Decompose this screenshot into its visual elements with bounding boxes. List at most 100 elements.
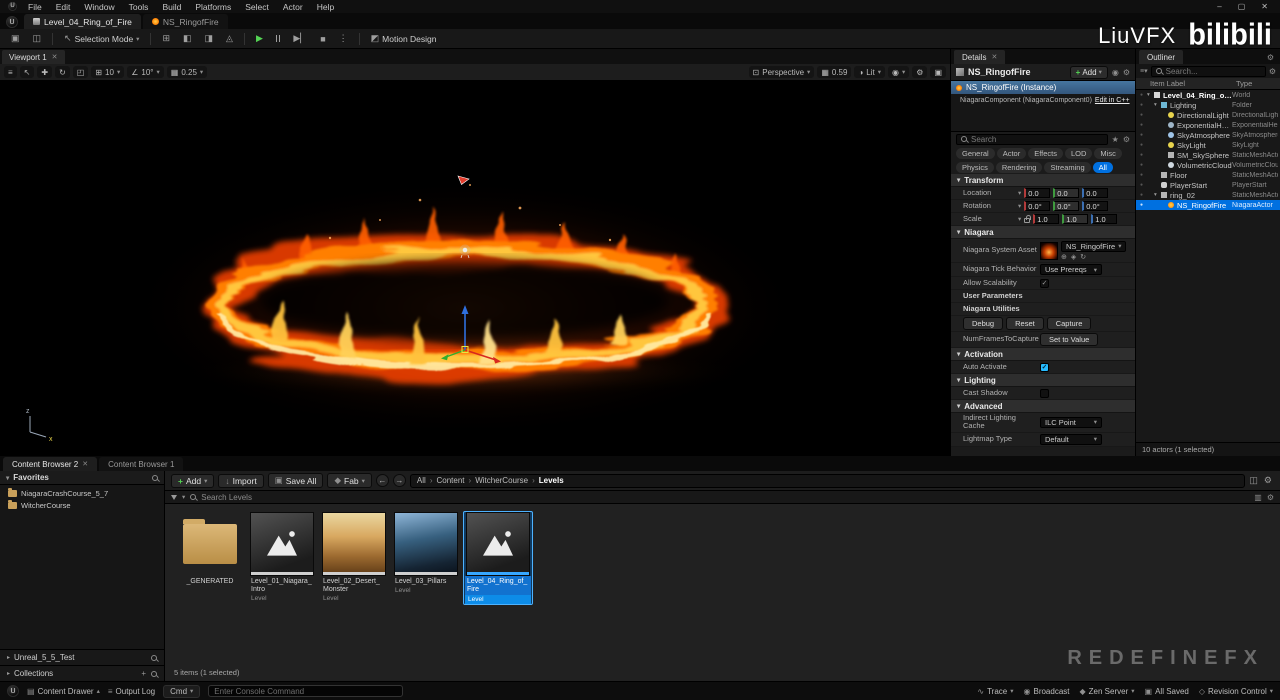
content-item-level-02-desert-monster[interactable]: Level_02_Desert_MonsterLevel [319,511,389,606]
outliner-row-level-04-ring-of-fire[interactable]: ●▾Level_04_Ring_of_FireWorld [1136,90,1280,100]
use-selected-icon[interactable]: ⊕ [1061,253,1067,261]
scale-x-field[interactable]: 1.0 [1033,214,1059,224]
play-options-icon[interactable]: ⋮ [334,31,353,46]
filter-streaming[interactable]: Streaming [1044,162,1090,173]
pause-button[interactable] [271,33,286,44]
viewport-canvas[interactable]: z x [0,80,950,456]
expander-icon[interactable]: ▾ [1147,92,1154,98]
breadcrumb-item-content[interactable]: Content [436,476,464,485]
favorite-item-witchercourse[interactable]: WitcherCourse [0,499,164,511]
reset-button[interactable]: Reset [1006,317,1044,330]
menu-item-actor[interactable]: Actor [276,2,310,12]
set-to-value-button[interactable]: Set to Value [1040,333,1098,346]
viewport-settings-icon[interactable]: ⚙ [912,66,927,78]
outliner-row-playerstart[interactable]: ●PlayerStartPlayerStart [1136,180,1280,190]
section-unreal-5-5-test[interactable]: ▸Unreal_5_5_Test [0,649,164,665]
menu-item-select[interactable]: Select [238,2,276,12]
settings-icon[interactable]: ⚙ [1264,475,1272,486]
minimize-icon[interactable]: – [1217,2,1221,11]
menu-item-build[interactable]: Build [155,2,188,12]
filter-rendering[interactable]: Rendering [996,162,1043,173]
visibility-eye-icon[interactable]: ● [1136,92,1147,98]
expander-icon[interactable]: ▾ [1154,102,1161,108]
cinematics-icon[interactable]: ◨ [200,31,219,46]
outliner-row-directionallight[interactable]: ●DirectionalLightDirectionalLight [1136,110,1280,120]
ilc-quality-combo[interactable]: ILC Point ▾ [1040,417,1102,428]
trace-button[interactable]: ∿ Trace ▾ [977,687,1013,696]
capture-button[interactable]: Capture [1047,317,1092,330]
revision-control-button[interactable]: ◇ Revision Control ▾ [1199,687,1273,696]
menu-item-help[interactable]: Help [310,2,341,12]
content-item-level-01-niagara-intro[interactable]: Level_01_Niagara_IntroLevel [247,511,317,606]
filter-lod[interactable]: LOD [1065,148,1092,159]
content-item-generated[interactable]: _GENERATED [175,511,245,590]
landscape-icon[interactable]: ◬ [221,31,238,46]
niagara-system-asset-combo[interactable]: NS_RingofFire ▾ [1061,241,1126,252]
content-browser-1-tab[interactable]: Content Browser 1 [99,457,183,471]
nav-back-button[interactable]: ← [376,474,389,487]
debug-button[interactable]: Debug [963,317,1003,330]
rotation-z-field[interactable]: 0.0° [1082,201,1108,211]
content-item-level-04-ring-of-fire[interactable]: Level_04_Ring_of_FireLevel [463,511,533,605]
content-drawer-button[interactable]: ▤ Content Drawer ▴ [27,687,100,696]
browse-to-asset-icon[interactable]: ◈ [1071,253,1076,261]
niagara-asset-thumbnail[interactable] [1040,242,1058,260]
add-component-button[interactable]: + Add ▾ [1070,66,1108,79]
tick-behavior-combo[interactable]: Use Prereqs ▾ [1040,264,1102,275]
settings-icon[interactable]: ⚙ [1123,135,1130,144]
menu-item-tools[interactable]: Tools [122,2,156,12]
filter-menu-icon[interactable]: ≡▾ [1140,67,1148,75]
filter-effects[interactable]: Effects [1028,148,1063,159]
output-log-button[interactable]: ≡ Output Log [108,687,155,696]
scale-z-field[interactable]: 1.0 [1091,214,1117,224]
search-icon[interactable] [151,655,157,661]
favorites-header[interactable]: ▾ Favorites [0,471,164,485]
breadcrumb-item-levels[interactable]: Levels [539,476,564,485]
dock-icon[interactable]: ◫ [1249,475,1258,486]
lightmap-type-combo[interactable]: Default ▾ [1040,434,1102,445]
section-advanced[interactable]: ▾ Advanced [951,400,1135,413]
auto-activate-checkbox[interactable]: ✓ [1040,363,1049,372]
favorite-item-niagaracrashcourse-5-7[interactable]: NiagaraCrashCourse_5_7 [0,487,164,499]
outliner-row-ring-02[interactable]: ●▾ring_02StaticMeshActor [1136,190,1280,200]
select-tool-icon[interactable]: ↖ [20,66,35,78]
menu-item-edit[interactable]: Edit [49,2,78,12]
outliner-tab[interactable]: Outliner [1139,50,1183,64]
rotation-y-field[interactable]: 0.0° [1053,201,1079,211]
close-icon[interactable]: ✕ [1261,2,1268,11]
filter-general[interactable]: General [956,148,995,159]
section-transform[interactable]: ▾ Transform [951,174,1135,187]
quick-add-icon[interactable]: ⊞ [157,31,175,46]
view-mode-dropdown[interactable]: ◑ Lit ▾ [854,66,885,78]
unreal-logo-icon[interactable]: U [6,16,18,28]
filter-actor[interactable]: Actor [997,148,1027,159]
fab-button[interactable]: ◆ Fab ▾ [327,473,371,488]
show-flags-dropdown[interactable]: ◉ ▾ [888,66,909,78]
visibility-eye-icon[interactable]: ● [1136,102,1147,108]
settings-icon[interactable]: ⚙ [1123,68,1130,77]
menu-item-window[interactable]: Window [77,2,121,12]
cast-shadow-checkbox[interactable] [1040,389,1049,398]
location-z-field[interactable]: 0.0 [1082,188,1108,198]
maximize-icon[interactable]: ▢ [1238,2,1246,11]
filter-misc[interactable]: Misc [1094,148,1121,159]
outliner-row-floor[interactable]: ●FloorStaticMeshActor [1136,170,1280,180]
outliner-row-lighting[interactable]: ●▾LightingFolder [1136,100,1280,110]
visibility-eye-icon[interactable]: ● [1136,142,1147,148]
settings-icon[interactable]: ⚙ [1267,493,1274,502]
outliner-settings-icon[interactable]: ⚙ [1269,67,1276,76]
import-button[interactable]: ↓ Import [218,474,263,488]
edit-in-cpp-link[interactable]: Edit in C++ [1095,97,1130,104]
visibility-eye-icon[interactable]: ● [1136,112,1147,118]
rotation-x-field[interactable]: 0.0° [1024,201,1050,211]
scale-tool-icon[interactable]: ◰ [73,66,89,78]
filter-physics[interactable]: Physics [956,162,994,173]
close-icon[interactable]: ✕ [991,53,997,61]
blueprints-icon[interactable]: ◧ [178,31,197,46]
scale-snap-toggle[interactable]: ▦ 0.25 ▾ [167,66,207,78]
all-saved-button[interactable]: ▣ All Saved [1145,687,1189,696]
content-item-level-03-pillars[interactable]: Level_03_PillarsLevel [391,511,461,598]
broadcast-button[interactable]: ◉ Broadcast [1024,687,1070,696]
selection-mode-dropdown[interactable]: ↖ Selection Mode ▾ [59,31,144,46]
content-search-input[interactable]: Search Levels [201,493,252,502]
